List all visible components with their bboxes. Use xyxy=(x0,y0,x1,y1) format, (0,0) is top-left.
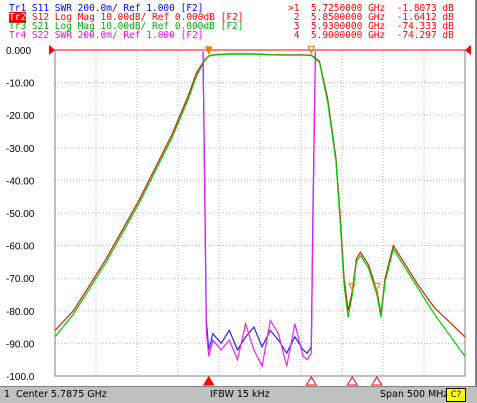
series-line xyxy=(54,53,466,338)
y-tick-label: -90.00 xyxy=(6,339,35,350)
marker-stimulus-icon xyxy=(346,376,359,386)
y-tick-label: -70.00 xyxy=(6,274,35,285)
y-tick-label: -30.00 xyxy=(6,144,35,155)
ref-arrow-right xyxy=(465,45,471,55)
marker-stimulus-icon xyxy=(202,376,215,386)
calibration-status-badge[interactable]: C? xyxy=(446,388,466,402)
series-line xyxy=(202,51,316,355)
y-tick-label: -60.00 xyxy=(6,242,35,253)
y-tick-label: -100.0 xyxy=(6,372,35,383)
y-tick-label: -40.00 xyxy=(6,176,35,187)
ref-arrow-left xyxy=(49,45,55,55)
vna-window: 0.000 -10.00 -20.00 -30.00 -40.00 -50.00 -60.0… xyxy=(0,0,477,403)
marker-icon xyxy=(348,282,357,292)
channel-number[interactable]: 1 xyxy=(4,389,10,400)
marker-stimulus-icon xyxy=(305,376,318,386)
trace-label-tr4[interactable]: Tr4 S22 SWR 200.0m/ Ref 1.000 [F2] xyxy=(9,31,203,41)
y-tick-label: 0.000 xyxy=(6,46,31,57)
y-tick-label: -80.00 xyxy=(6,307,35,318)
y-tick-label: -10.00 xyxy=(6,79,35,90)
status-bar: 1 Center 5.7875 GHz IFBW 15 kHz Span 500… xyxy=(0,386,477,403)
marker-stimulus-icon xyxy=(370,376,383,386)
y-tick-label: -20.00 xyxy=(6,111,35,122)
center-frequency[interactable]: Center 5.7875 GHz xyxy=(16,389,107,400)
series-line xyxy=(202,51,316,369)
marker-readout-4: 4 5.9000000 GHz -74.297 dB xyxy=(288,30,454,41)
span-setting[interactable]: Span 500 MHz xyxy=(380,389,448,400)
y-tick-label: -50.00 xyxy=(6,209,35,220)
measurement-display: 0.000 -10.00 -20.00 -30.00 -40.00 -50.00 -60.0… xyxy=(0,0,477,386)
ifbw-setting[interactable]: IFBW 15 kHz xyxy=(210,389,270,400)
trace-plot: 0.000 -10.00 -20.00 -30.00 -40.00 -50.00 -60.0… xyxy=(6,45,471,386)
